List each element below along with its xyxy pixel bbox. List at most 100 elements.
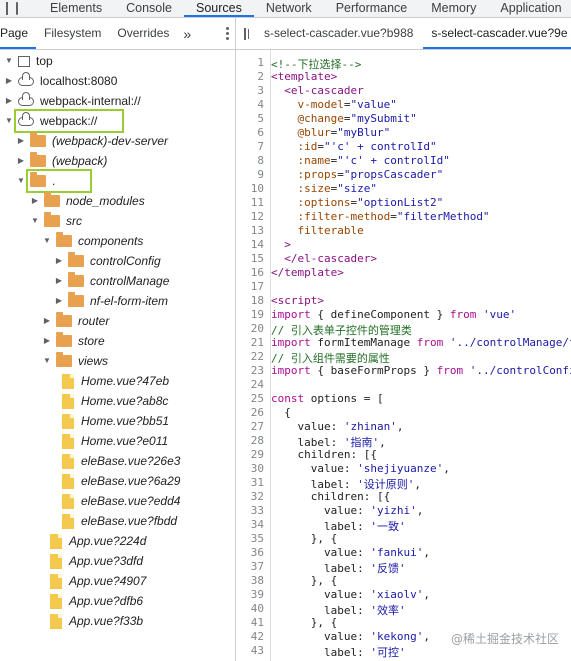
line-number[interactable]: 28 <box>251 434 264 447</box>
line-number[interactable]: 24 <box>251 378 264 391</box>
file-tab[interactable]: s-select-cascader.vue?b988 <box>256 18 423 49</box>
line-number[interactable]: 8 <box>257 154 264 167</box>
line-number[interactable]: 42 <box>251 630 264 643</box>
line-number-gutter[interactable]: 1 2 3 4 5 6 7 8 9 10 11 12 13 14 15 16 17 18 19 20 21 22 23 24 2… <box>236 50 271 661</box>
tab-console[interactable]: Console <box>114 0 184 17</box>
tab-application[interactable]: Application <box>488 0 571 17</box>
tree-item[interactable]: ▶ node_modules <box>30 191 145 211</box>
tree-item[interactable]: App.vue?224d <box>42 531 146 551</box>
tree-item[interactable]: Home.vue?47eb <box>54 371 169 391</box>
tab-elements[interactable]: Elements <box>38 0 114 17</box>
line-number[interactable]: 22 <box>251 350 264 363</box>
tree-item[interactable]: eleBase.vue?26e3 <box>54 451 180 471</box>
line-number[interactable]: 11 <box>251 196 264 209</box>
tree-item[interactable]: eleBase.vue?fbdd <box>54 511 177 531</box>
line-number[interactable]: 17 <box>251 280 264 293</box>
tree-item[interactable]: Home.vue?ab8c <box>54 391 168 411</box>
line-number[interactable]: 12 <box>251 210 264 223</box>
tree-item[interactable]: Home.vue?bb51 <box>54 411 169 431</box>
tree-item[interactable]: eleBase.vue?edd4 <box>54 491 180 511</box>
tree-item[interactable]: ▼ src <box>30 211 82 231</box>
expand-arrow-down-icon[interactable]: ▼ <box>42 231 52 251</box>
line-number[interactable]: 29 <box>251 448 264 461</box>
tree-item[interactable]: ▼ views <box>42 351 108 371</box>
expand-arrow-right-icon[interactable]: ▶ <box>42 331 52 351</box>
tree-item[interactable]: ▼ components <box>42 231 143 251</box>
code-area[interactable]: 1 2 3 4 5 6 7 8 9 10 11 12 13 14 15 16 17 18 19 20 21 22 23 24 2… <box>236 50 571 661</box>
line-number[interactable]: 9 <box>257 168 264 181</box>
tree-item[interactable]: Home.vue?e011 <box>54 431 168 451</box>
tree-item[interactable]: ▶ controlConfig <box>54 251 161 271</box>
expand-arrow-right-icon[interactable]: ▶ <box>30 191 40 211</box>
file-tab-active[interactable]: s-select-cascader.vue?9e <box>423 18 571 49</box>
expand-arrow-down-icon[interactable]: ▼ <box>4 111 14 131</box>
line-number[interactable]: 3 <box>257 84 264 97</box>
line-number[interactable]: 6 <box>257 126 264 139</box>
expand-arrow-right-icon[interactable]: ▶ <box>4 91 14 111</box>
line-number[interactable]: 21 <box>251 336 264 349</box>
line-number[interactable]: 32 <box>251 490 264 503</box>
line-number[interactable]: 41 <box>251 616 264 629</box>
line-number[interactable]: 19 <box>251 308 264 321</box>
line-number[interactable]: 1 <box>257 56 264 69</box>
expand-arrow-right-icon[interactable]: ▶ <box>4 71 14 91</box>
line-number[interactable]: 31 <box>251 476 264 489</box>
line-number[interactable]: 7 <box>257 140 264 153</box>
expand-arrow-down-icon[interactable]: ▼ <box>42 351 52 371</box>
line-number[interactable]: 26 <box>251 406 264 419</box>
tree-item[interactable]: ▶ store <box>42 331 105 351</box>
line-number[interactable]: 16 <box>251 266 264 279</box>
tree-item[interactable]: eleBase.vue?6a29 <box>54 471 180 491</box>
expand-arrow-down-icon[interactable]: ▼ <box>4 51 14 71</box>
line-number[interactable]: 27 <box>251 420 264 433</box>
tree-item[interactable]: App.vue?3dfd <box>42 551 143 571</box>
more-tabs-button[interactable]: » <box>177 26 197 42</box>
inspect-element-icon[interactable] <box>6 2 8 15</box>
line-number[interactable]: 4 <box>257 98 264 111</box>
tab-page[interactable]: Page <box>0 18 37 49</box>
line-number[interactable]: 33 <box>251 504 264 517</box>
line-number[interactable]: 23 <box>251 364 264 377</box>
tree-item[interactable]: ▶ nf-el-form-item <box>54 291 168 311</box>
line-number[interactable]: 36 <box>251 546 264 559</box>
line-number[interactable]: 5 <box>257 112 264 125</box>
line-number[interactable]: 15 <box>251 252 264 265</box>
tree-item[interactable]: App.vue?f33b <box>42 611 143 631</box>
tab-memory[interactable]: Memory <box>419 0 488 17</box>
tree-item[interactable]: ▶ (webpack) <box>16 151 107 171</box>
line-number[interactable]: 34 <box>251 518 264 531</box>
tree-item[interactable]: ▶ localhost:8080 <box>4 71 117 91</box>
kebab-menu-icon[interactable] <box>226 27 229 40</box>
expand-arrow-right-icon[interactable]: ▶ <box>16 151 26 171</box>
line-number[interactable]: 35 <box>251 532 264 545</box>
tree-item[interactable]: ▼ top <box>4 51 53 71</box>
tab-sources[interactable]: Sources <box>183 0 254 17</box>
expand-arrow-right-icon[interactable]: ▶ <box>54 251 64 271</box>
tree-item[interactable]: ▶ (webpack)-dev-server <box>16 131 168 151</box>
expand-arrow-right-icon[interactable]: ▶ <box>54 291 64 311</box>
expand-arrow-right-icon[interactable]: ▶ <box>16 131 26 151</box>
line-number[interactable]: 43 <box>251 644 264 657</box>
tab-overrides[interactable]: Overrides <box>109 18 177 49</box>
expand-arrow-right-icon[interactable]: ▶ <box>54 271 64 291</box>
line-number[interactable]: 18 <box>251 294 264 307</box>
device-toolbar-icon[interactable] <box>16 2 18 15</box>
expand-arrow-down-icon[interactable]: ▼ <box>16 171 26 191</box>
line-number[interactable]: 14 <box>251 238 264 251</box>
tab-network[interactable]: Network <box>254 0 324 17</box>
line-number[interactable]: 20 <box>251 322 264 335</box>
line-number[interactable]: 2 <box>257 70 264 83</box>
tree-item[interactable]: ▶ router <box>42 311 109 331</box>
line-number[interactable]: 30 <box>251 462 264 475</box>
tab-performance[interactable]: Performance <box>324 0 420 17</box>
line-number[interactable]: 10 <box>251 182 264 195</box>
expand-arrow-down-icon[interactable]: ▼ <box>30 211 40 231</box>
expand-arrow-right-icon[interactable]: ▶ <box>42 311 52 331</box>
line-number[interactable]: 40 <box>251 602 264 615</box>
toggle-navigator-icon[interactable] <box>244 27 250 40</box>
line-number[interactable]: 13 <box>251 224 264 237</box>
tree-item[interactable]: ▶ controlManage <box>54 271 169 291</box>
line-number[interactable]: 38 <box>251 574 264 587</box>
tab-filesystem[interactable]: Filesystem <box>36 18 109 49</box>
line-number[interactable]: 37 <box>251 560 264 573</box>
